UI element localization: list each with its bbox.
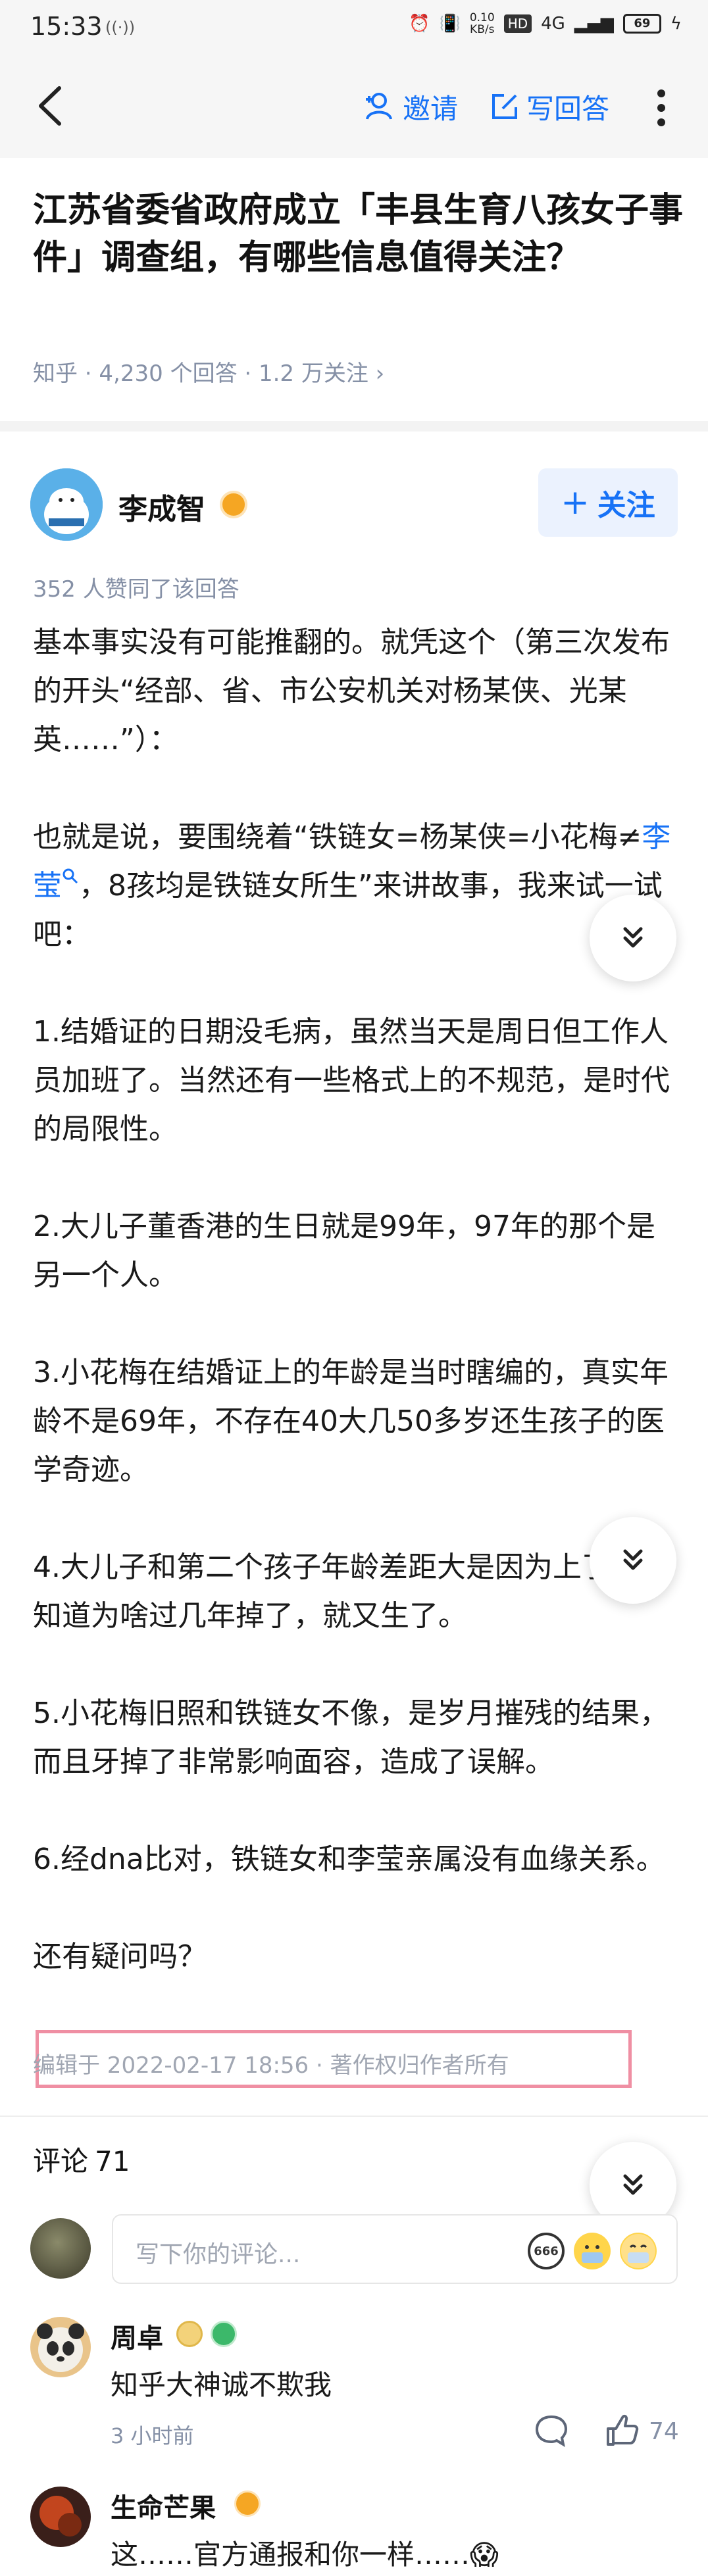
commenter-avatar[interactable]: [30, 2317, 91, 2377]
status-time: 15:33: [30, 12, 103, 41]
follow-label: 关注: [597, 489, 655, 522]
leaf-avatar-image: [30, 2487, 91, 2547]
back-button[interactable]: [32, 83, 71, 129]
thumbs-up-icon: [607, 2414, 639, 2446]
comment-count: 71: [95, 2145, 130, 2177]
mask-face-icon: [575, 2234, 609, 2268]
answer-paragraph: 5.小花梅旧照和铁链女不像，是岁月摧残的结果，而且牙掉了非常影响面容，造成了误解…: [33, 1697, 669, 1779]
more-vertical-icon: [657, 89, 665, 126]
invite-label: 邀请: [403, 92, 459, 125]
author-badge-icon: [220, 491, 247, 518]
battery-icon: 69: [622, 14, 661, 34]
crown-badge-icon: [176, 2321, 203, 2347]
hd-badge: HD: [503, 14, 532, 33]
commenter-name[interactable]: 生命芒果: [111, 2487, 216, 2525]
add-user-icon: [366, 93, 392, 120]
follow-button[interactable]: + 关注: [538, 468, 678, 537]
commenter-avatar[interactable]: [30, 2487, 91, 2547]
write-answer-button[interactable]: 写回答: [490, 87, 609, 126]
panda-avatar-image: [30, 2317, 91, 2377]
answer-paragraph: 1.结婚证的日期没毛病，虽然当天是周日但工作人员加班了。当然还有一些格式上的不规…: [33, 1015, 670, 1146]
status-icons: ⏰ 📳 0.10 KB/s HD 4G ▂▄▆ 69 ϟ: [409, 12, 682, 36]
author-avatar[interactable]: [30, 468, 103, 541]
more-menu-button[interactable]: [651, 87, 671, 129]
comment-time: 3 小时前: [111, 2423, 194, 2448]
mask-face-icon: [621, 2234, 655, 2268]
comment-text: 知乎大神诚不欺我: [111, 2369, 332, 2401]
author-name[interactable]: 李成智: [118, 485, 205, 528]
chevron-double-down-icon: [623, 2174, 643, 2195]
answer-paragraph: 4.大儿子和第二个孩子年龄差距大是因为上了环不知道为啥过几年掉了，就又生了。: [33, 1550, 669, 1633]
answer-paragraph: 3.小花梅在结婚证上的年龄是当时瞎编的，真实年龄不是69年，不存在40大几50多…: [33, 1356, 669, 1487]
edit-icon: [492, 94, 517, 119]
divider: [0, 2116, 708, 2117]
answer-paragraph: 6.经dna比对，铁链女和李莹亲属没有血缘关系。: [33, 1843, 665, 1876]
search-icon: [63, 868, 78, 884]
emoji-666-icon[interactable]: 666: [528, 2233, 565, 2269]
answer-content: 基本事实没有可能推翻的。就凭这个（第三次发布的开头“经部、省、市公安机关对杨某侠…: [33, 618, 678, 1981]
vote-count: 352 人赞同了该回答: [33, 576, 240, 603]
divider: [0, 421, 708, 432]
plus-icon: +: [561, 483, 590, 522]
answer-paragraph: 2.大儿子董香港的生日就是99年，97年的那个是另一个人。: [33, 1210, 655, 1292]
level-badge-icon: [211, 2321, 237, 2347]
chevron-double-down-icon: [623, 927, 643, 948]
author-avatar-image: [30, 468, 103, 541]
chevron-left-icon: [39, 86, 61, 126]
comment-bubble-icon: [535, 2415, 568, 2448]
like-count: 74: [649, 2418, 679, 2445]
top-app-bar: 邀请 写回答: [0, 53, 708, 158]
invite-button[interactable]: 邀请: [363, 87, 458, 126]
network-speed: 0.10 KB/s: [469, 11, 495, 36]
comment-text: 这……官方通报和你一样……😱: [111, 2539, 499, 2571]
author-badge-icon: [234, 2490, 261, 2517]
status-bar: 15:33 ((·)) ⏰ 📳 0.10 KB/s HD 4G ▂▄▆ 69 ϟ: [0, 0, 708, 53]
comments-header: 评论 71: [33, 2145, 130, 2177]
expand-button[interactable]: [590, 895, 676, 981]
question-meta[interactable]: 知乎 · 4,230 个回答 · 1.2 万关注 ›: [33, 355, 384, 387]
comment-placeholder: 写下你的评论...: [136, 2241, 301, 2268]
like-button[interactable]: [604, 2413, 640, 2451]
question-title[interactable]: 江苏省委省政府成立「丰县生育八孩女子事件」调查组，有哪些信息值得关注？: [33, 187, 684, 282]
vibrate-icon: 📳: [439, 14, 461, 34]
answer-paragraph: 还有疑问吗？: [33, 1940, 207, 1973]
my-avatar: [30, 2218, 91, 2279]
comment-input[interactable]: 写下你的评论... 666: [112, 2214, 678, 2284]
edit-meta: 编辑于 2022-02-17 18:56 · 著作权归作者所有: [33, 2052, 509, 2079]
emoji-mask-2-icon[interactable]: [620, 2233, 657, 2269]
signal-icon: ▂▄▆: [574, 14, 614, 34]
commenter-name[interactable]: 周卓: [111, 2317, 163, 2355]
network-type: 4G: [541, 14, 565, 34]
write-answer-label: 写回答: [526, 92, 610, 125]
charging-icon: ϟ: [670, 14, 682, 34]
expand-button[interactable]: [590, 1517, 676, 1604]
answer-paragraph: 也就是说，要围绕着“铁链女=杨某侠=小花梅≠李莹 ，8孩均是铁链女所生”来讲故事，…: [33, 820, 671, 951]
answer-paragraph: 基本事实没有可能推翻的。就凭这个（第三次发布的开头“经部、省、市公安机关对杨某侠…: [33, 626, 670, 756]
emoji-mask-icon[interactable]: [574, 2233, 611, 2269]
reply-button[interactable]: [534, 2414, 569, 2450]
hotspot-icon: ((·)): [105, 18, 136, 37]
alarm-icon: ⏰: [409, 14, 430, 34]
chevron-double-down-icon: [623, 1549, 643, 1570]
